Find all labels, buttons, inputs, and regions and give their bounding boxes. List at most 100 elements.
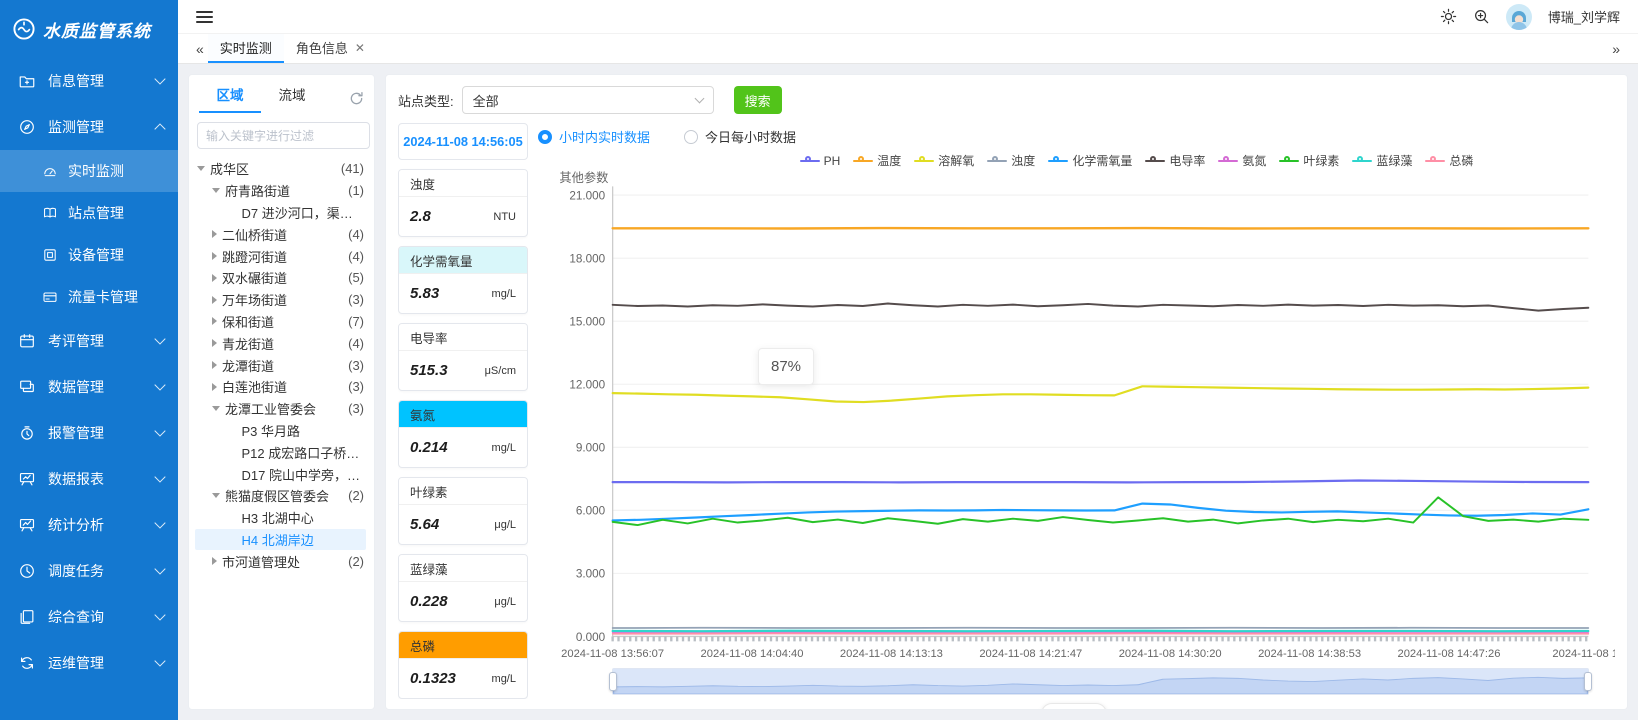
tree-node-13[interactable]: P12 成宏路口子桥下右…: [195, 441, 366, 463]
tree-node-10[interactable]: 白莲池街道(3): [195, 376, 366, 398]
tree-tab-1[interactable]: 流域: [261, 84, 323, 113]
search-button[interactable]: 搜索: [734, 86, 782, 114]
node-count: (2): [344, 488, 364, 503]
sidebar-subitem-1-1[interactable]: 站点管理: [0, 192, 178, 234]
legend-item-6[interactable]: 氨氮: [1218, 152, 1266, 169]
sidebar-item-5[interactable]: 数据报表: [0, 456, 178, 502]
tree-node-11[interactable]: 龙潭工业管委会(3): [195, 398, 366, 420]
chevron-down-icon: [154, 563, 165, 574]
sidebar-item-6[interactable]: 统计分析: [0, 502, 178, 548]
sidebar-subitem-1-0[interactable]: 实时监测: [0, 150, 178, 192]
metric-card-6[interactable]: 总磷0.1323mg/L: [398, 631, 528, 699]
caret-right-icon: [212, 383, 217, 391]
tabs-forward-icon[interactable]: »: [1608, 41, 1624, 57]
sidebar-item-8[interactable]: 综合查询: [0, 594, 178, 640]
tree-node-15[interactable]: 熊猫度假区管委会(2): [195, 485, 366, 507]
close-icon[interactable]: ✕: [355, 41, 365, 55]
sidebar-subitem-1-2[interactable]: 设备管理: [0, 234, 178, 276]
caret-right-icon: [212, 230, 217, 238]
sidebar-item-2[interactable]: 考评管理: [0, 318, 178, 364]
metric-card-1[interactable]: 化学需氧量5.83mg/L: [398, 246, 528, 314]
chevron-down-icon: [154, 333, 165, 344]
metric-card-0[interactable]: 浊度2.8NTU: [398, 169, 528, 237]
svg-text:18.000: 18.000: [569, 251, 605, 265]
datazoom-right-handle[interactable]: [1584, 672, 1592, 691]
controls-row: 站点类型: 全部 搜索: [398, 85, 1615, 115]
datazoom-slider[interactable]: [612, 668, 1589, 695]
svg-text:2024-11-08 14:47:26: 2024-11-08 14:47:26: [1397, 648, 1500, 660]
metric-name: 氨氮: [399, 401, 527, 428]
tree-node-7[interactable]: 保和街道(7): [195, 311, 366, 333]
legend-item-3[interactable]: 浊度: [987, 152, 1035, 169]
legend-item-0[interactable]: PH: [800, 154, 841, 168]
legend-item-8[interactable]: 蓝绿藻: [1352, 152, 1412, 169]
svg-text:2024-11-08 14: 2024-11-08 14: [1552, 648, 1615, 660]
tree-node-1[interactable]: 府青路街道(1): [195, 180, 366, 202]
tree-node-6[interactable]: 万年场街道(3): [195, 289, 366, 311]
refresh-icon[interactable]: [349, 91, 364, 106]
tree-node-14[interactable]: D17 院山中学旁，龙潭…: [195, 463, 366, 485]
station-tree: 成华区(41)府青路街道(1)D7 进沙河口，渠水路二仙桥街道(4)跳蹬河街道(…: [189, 155, 374, 709]
metric-unit: NTU: [493, 211, 516, 223]
menu-collapse-icon[interactable]: [196, 8, 213, 26]
tree-node-12[interactable]: P3 华月路: [195, 420, 366, 442]
metric-card-3[interactable]: 氨氮0.214mg/L: [398, 400, 528, 468]
metric-unit: μS/cm: [485, 365, 516, 377]
radio-0[interactable]: 小时内实时数据: [538, 127, 650, 146]
tree-filter-input[interactable]: [197, 122, 370, 149]
tabs-back-icon[interactable]: «: [192, 41, 208, 57]
caret-right-icon: [212, 274, 217, 282]
metric-card-2[interactable]: 电导率515.3μS/cm: [398, 323, 528, 391]
zoom-in-icon[interactable]: [1473, 8, 1490, 25]
tree-node-18[interactable]: 市河道管理处(2): [195, 550, 366, 572]
sidebar-item-0[interactable]: 信息管理: [0, 58, 178, 104]
tree-tab-0[interactable]: 区域: [199, 84, 261, 113]
legend-item-5[interactable]: 电导率: [1145, 152, 1205, 169]
tree-node-0[interactable]: 成华区(41): [195, 158, 366, 180]
avatar[interactable]: [1506, 4, 1532, 30]
node-count: (3): [344, 379, 364, 394]
tree-node-16[interactable]: H3 北湖中心: [195, 507, 366, 529]
tree-node-9[interactable]: 龙潭街道(3): [195, 354, 366, 376]
line-chart: 21.00018.00015.00012.0009.0006.0003.0000…: [538, 171, 1615, 666]
metric-card-4[interactable]: 叶绿素5.64μg/L: [398, 477, 528, 545]
tab-0[interactable]: 实时监测: [208, 34, 284, 63]
legend-item-2[interactable]: 溶解氧: [914, 152, 974, 169]
username[interactable]: 博瑞_刘学辉: [1548, 7, 1620, 26]
svg-text:15.000: 15.000: [569, 314, 605, 328]
metric-value: 2.8: [410, 208, 431, 225]
alarm-icon: [18, 424, 36, 442]
sidebar-item-9[interactable]: 运维管理: [0, 640, 178, 686]
svg-text:0.000: 0.000: [576, 630, 606, 644]
station-type-select[interactable]: 全部: [462, 86, 714, 114]
ops-icon: [18, 654, 36, 672]
tab-1[interactable]: 角色信息✕: [284, 34, 377, 63]
tree-node-2[interactable]: D7 进沙河口，渠水路: [195, 202, 366, 224]
tree-node-5[interactable]: 双水碾街道(5): [195, 267, 366, 289]
query-icon: [18, 608, 36, 626]
datazoom-left-handle[interactable]: [609, 672, 617, 691]
sidebar-subitem-1-3[interactable]: 流量卡管理: [0, 276, 178, 318]
chart-legend: PH 温度溶解氧浊度化学需氧量电导率氨氮叶绿素蓝绿藻总磷: [538, 150, 1615, 171]
tree-node-8[interactable]: 青龙街道(4): [195, 332, 366, 354]
tree-node-3[interactable]: 二仙桥街道(4): [195, 223, 366, 245]
sidebar-item-3[interactable]: 数据管理: [0, 364, 178, 410]
legend-item-7[interactable]: 叶绿素: [1279, 152, 1339, 169]
node-count: (7): [344, 314, 364, 329]
chevron-down-icon: [154, 471, 165, 482]
sidebar-item-1[interactable]: 监测管理: [0, 104, 178, 150]
sidebar-item-4[interactable]: 报警管理: [0, 410, 178, 456]
sidebar-item-7[interactable]: 调度任务: [0, 548, 178, 594]
book-icon: [42, 205, 58, 221]
metric-card-5[interactable]: 蓝绿藻0.228μg/L: [398, 554, 528, 622]
legend-item-1[interactable]: 温度: [853, 152, 901, 169]
legend-item-4[interactable]: 化学需氧量: [1048, 152, 1132, 169]
scrollbar-thumb[interactable]: [1041, 703, 1107, 710]
radio-1[interactable]: 今日每小时数据: [684, 127, 796, 146]
legend-item-9[interactable]: 总磷: [1425, 152, 1473, 169]
legend-marker-icon: [1425, 156, 1445, 166]
logo-icon: [12, 17, 36, 41]
tree-node-17[interactable]: H4 北湖岸边: [195, 529, 366, 551]
tree-node-4[interactable]: 跳蹬河街道(4): [195, 245, 366, 267]
theme-toggle-icon[interactable]: [1440, 8, 1457, 25]
